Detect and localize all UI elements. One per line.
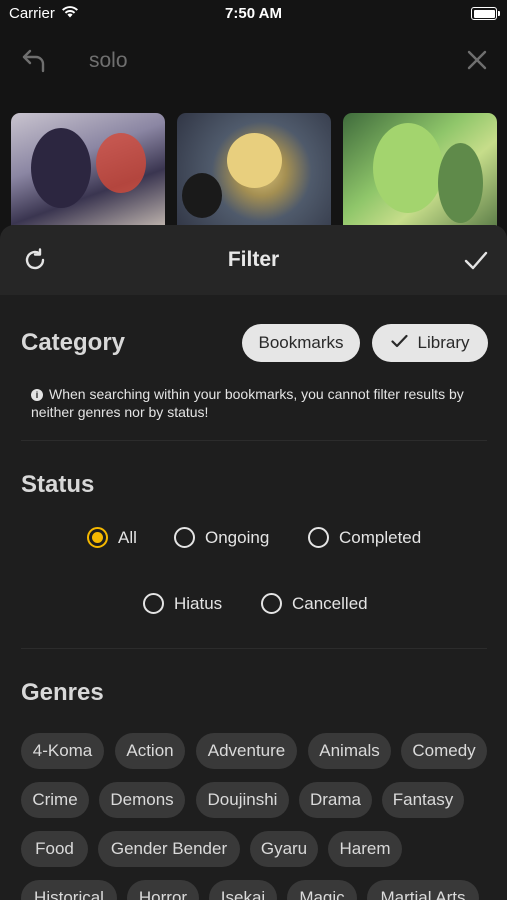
checkmark-icon bbox=[390, 333, 408, 353]
manga-cover-1[interactable] bbox=[11, 113, 165, 243]
status-title: Status bbox=[21, 471, 95, 498]
status-radio-cancelled[interactable]: Cancelled bbox=[261, 593, 368, 614]
category-option-label: Library bbox=[417, 333, 470, 352]
genre-chip[interactable]: Crime bbox=[21, 782, 89, 818]
status-radio-hiatus[interactable]: Hiatus bbox=[143, 593, 222, 614]
status-radio-ongoing[interactable]: Ongoing bbox=[174, 527, 269, 548]
search-results bbox=[0, 94, 507, 244]
genre-chip[interactable]: Comedy bbox=[401, 733, 487, 769]
genre-chip[interactable]: Animals bbox=[308, 733, 391, 769]
genre-chip[interactable]: Doujinshi bbox=[196, 782, 289, 818]
status-bar: Carrier 7:50 AM bbox=[0, 0, 507, 28]
radio-selected-icon bbox=[87, 527, 108, 548]
info-text: When searching within your bookmarks, yo… bbox=[31, 386, 464, 420]
genre-chip[interactable]: 4-Koma bbox=[21, 733, 104, 769]
search-bar: solo bbox=[0, 28, 507, 94]
status-option-label: Cancelled bbox=[292, 593, 368, 613]
category-info: i When searching within your bookmarks, y… bbox=[31, 385, 471, 421]
status-radio-completed[interactable]: Completed bbox=[308, 527, 421, 548]
info-icon: i bbox=[31, 389, 43, 401]
manga-cover-2[interactable] bbox=[177, 113, 331, 243]
checkmark-icon[interactable] bbox=[463, 247, 489, 273]
filter-header: Filter bbox=[0, 225, 507, 295]
status-option-label: Ongoing bbox=[205, 527, 270, 547]
status-option-label: Completed bbox=[339, 527, 422, 547]
genre-chip[interactable]: Adventure bbox=[196, 733, 297, 769]
filter-sheet: Filter Category Bookmarks Library i When … bbox=[0, 225, 507, 900]
undo-arrow-icon[interactable] bbox=[20, 46, 50, 76]
category-library-button[interactable]: Library bbox=[372, 324, 488, 362]
genre-chip[interactable]: Gyaru bbox=[250, 831, 318, 867]
status-option-label: Hiatus bbox=[174, 593, 223, 613]
genre-chip[interactable]: Historical bbox=[21, 880, 117, 900]
genre-chip[interactable]: Action bbox=[115, 733, 185, 769]
divider bbox=[21, 648, 487, 649]
category-title: Category bbox=[21, 329, 126, 356]
genre-chip[interactable]: Food bbox=[21, 831, 88, 867]
battery-icon bbox=[471, 7, 500, 20]
genres-title: Genres bbox=[21, 679, 104, 706]
status-option-label: All bbox=[118, 527, 137, 547]
genre-chip[interactable]: Harem bbox=[328, 831, 402, 867]
genre-chip[interactable]: Horror bbox=[127, 880, 199, 900]
radio-icon bbox=[261, 593, 282, 614]
genre-chip[interactable]: Martial Arts bbox=[367, 880, 479, 900]
radio-icon bbox=[308, 527, 329, 548]
genre-chip[interactable]: Demons bbox=[99, 782, 185, 818]
genre-chip[interactable]: Drama bbox=[299, 782, 372, 818]
genre-chip[interactable]: Gender Bender bbox=[98, 831, 240, 867]
genre-chip[interactable]: Magic bbox=[287, 880, 357, 900]
genre-chip[interactable]: Isekai bbox=[209, 880, 277, 900]
close-icon[interactable] bbox=[466, 49, 488, 71]
genre-chip[interactable]: Fantasy bbox=[382, 782, 464, 818]
search-input[interactable]: solo bbox=[89, 49, 128, 73]
clock: 7:50 AM bbox=[225, 5, 282, 22]
category-bookmarks-button[interactable]: Bookmarks bbox=[242, 324, 360, 362]
radio-icon bbox=[143, 593, 164, 614]
filter-title: Filter bbox=[227, 248, 280, 271]
status-radio-all[interactable]: All bbox=[87, 527, 137, 548]
category-option-label: Bookmarks bbox=[258, 333, 344, 352]
radio-icon bbox=[174, 527, 195, 548]
divider bbox=[21, 440, 487, 441]
manga-cover-3[interactable] bbox=[343, 113, 497, 243]
